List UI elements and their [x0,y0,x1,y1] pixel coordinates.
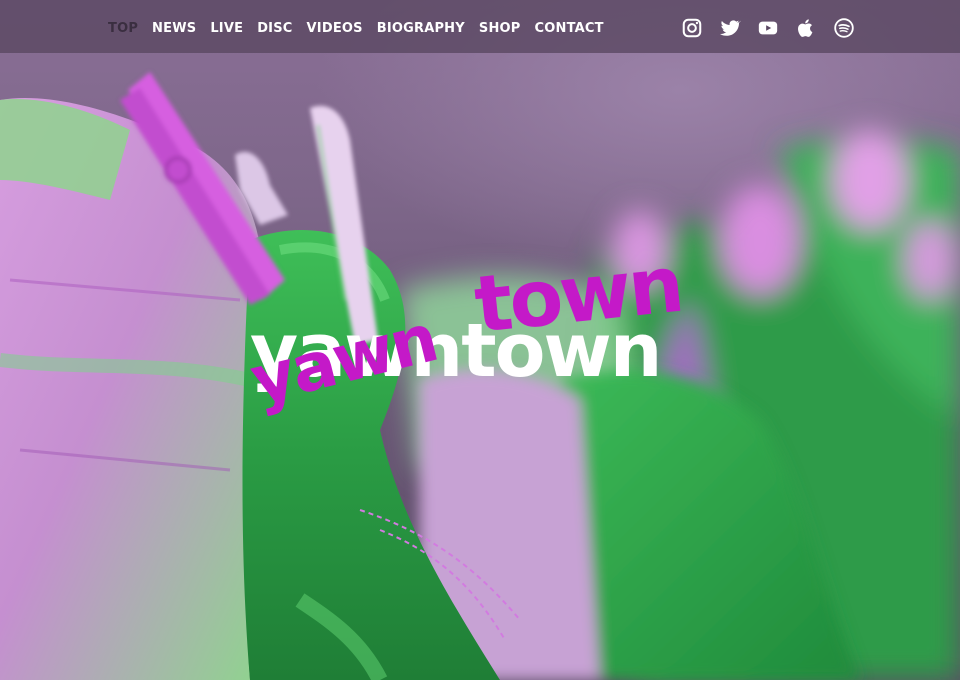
nav-item-top[interactable]: TOP [108,19,138,39]
instagram-icon[interactable] [681,17,703,39]
apple-music-icon[interactable] [795,17,817,39]
nav-item-news[interactable]: NEWS [152,19,196,39]
spotify-icon[interactable] [833,17,855,39]
page: TOP NEWS LIVE DISC VIDEOS BIOGRAPHY SHOP… [0,0,960,680]
twitter-icon[interactable] [719,17,741,39]
nav-item-videos[interactable]: VIDEOS [307,19,363,39]
social-links [681,17,855,39]
band-logo: yawntown yawn town [240,236,720,420]
nav-item-biography[interactable]: BIOGRAPHY [377,19,465,39]
nav-item-disc[interactable]: DISC [257,19,292,39]
youtube-icon[interactable] [757,17,779,39]
nav-item-live[interactable]: LIVE [210,19,243,39]
nav-item-shop[interactable]: SHOP [479,19,521,39]
top-navigation-bar: TOP NEWS LIVE DISC VIDEOS BIOGRAPHY SHOP… [0,0,960,53]
main-menu: TOP NEWS LIVE DISC VIDEOS BIOGRAPHY SHOP… [108,19,604,39]
nav-item-contact[interactable]: CONTACT [535,19,604,39]
